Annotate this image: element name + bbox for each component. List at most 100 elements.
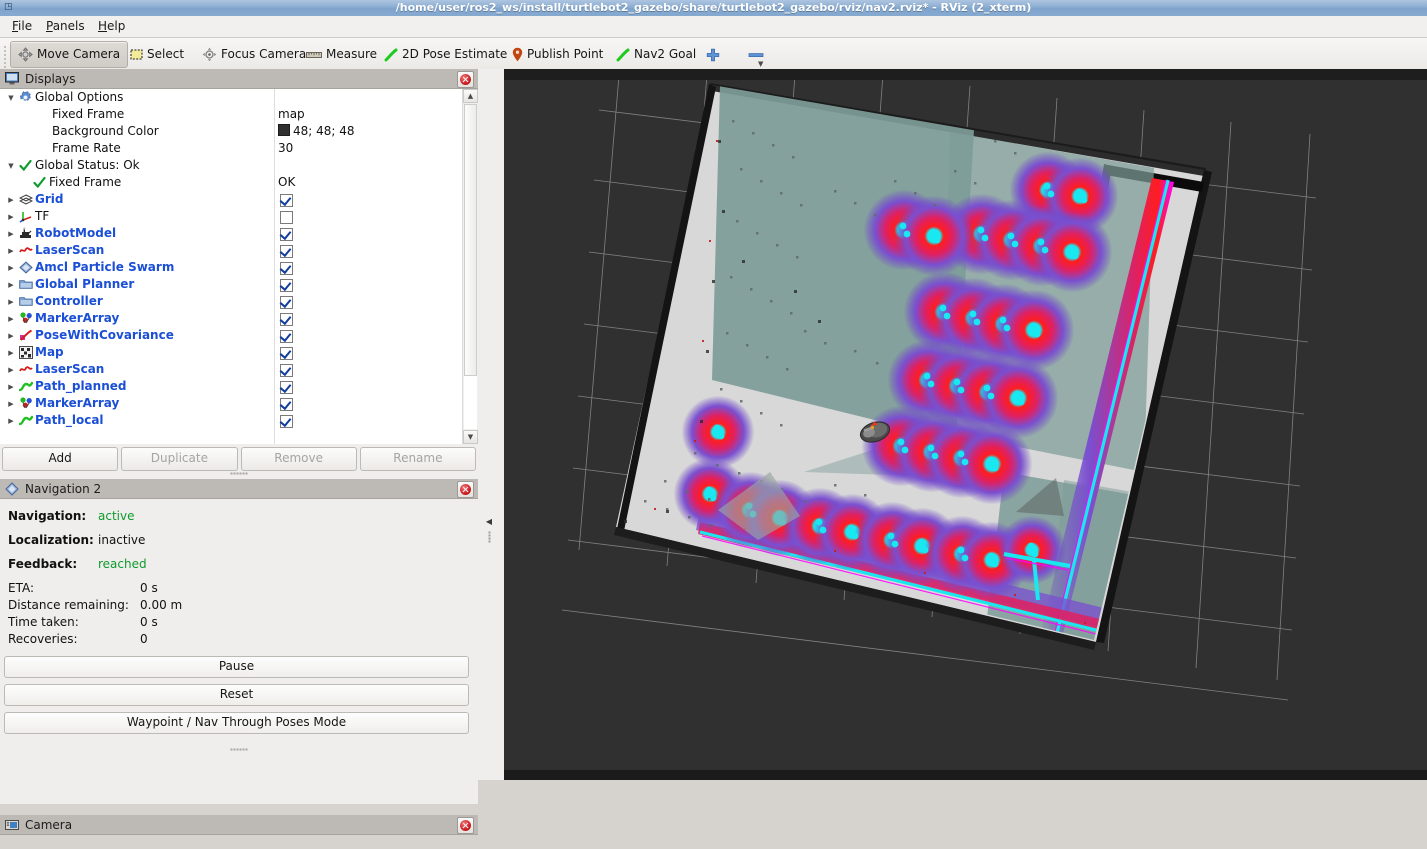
handle-grip[interactable] [488,531,490,542]
visibility-checkbox[interactable] [280,330,293,343]
tool-measure[interactable]: Measure [298,41,385,68]
move-camera-icon [18,47,33,62]
chevron-right-icon[interactable]: ▶ [6,378,16,395]
chevron-right-icon[interactable]: ▶ [6,327,16,344]
nav2-metric-key: Recoveries: [8,632,78,646]
focus-camera-icon [202,47,217,62]
tree-row-value[interactable]: 48; 48; 48 [278,123,355,140]
panel-splitter[interactable] [0,746,478,752]
tool-focus-camera[interactable]: Focus Camera [194,41,314,68]
tree-row[interactable]: ▶ Path_planned [0,378,462,395]
visibility-checkbox[interactable] [280,296,293,309]
tree-row[interactable]: Frame Rate 30 [0,140,462,157]
pause-button[interactable]: Pause [4,656,469,678]
remove-tool-button[interactable]: ▼ [740,41,772,68]
displays-tree-scrollbar[interactable]: ▲ ▼ [462,89,478,444]
tree-row[interactable]: ▶ MarkerArray [0,395,462,412]
close-icon[interactable] [457,71,474,88]
visibility-checkbox[interactable] [280,211,293,224]
tree-row[interactable]: ▶ Path_local [0,412,462,429]
tree-row[interactable]: ▶ PoseWithCovariance [0,327,462,344]
chevron-right-icon[interactable]: ▶ [6,412,16,429]
toolbar-grip[interactable] [3,44,8,68]
tool-publish-point[interactable]: Publish Point [504,41,611,68]
tool-2d-pose-estimate[interactable]: 2D Pose Estimate [376,41,515,68]
tree-row-label: MarkerArray [35,396,120,410]
tree-row-label: LaserScan [35,243,105,257]
visibility-checkbox[interactable] [280,415,293,428]
menu-file[interactable]: File [6,19,38,34]
chevron-right-icon[interactable]: ▶ [6,361,16,378]
path-icon [18,412,33,429]
visibility-checkbox[interactable] [280,279,293,292]
menubar: File Panels Help [0,16,1427,38]
nav2-metric-key: ETA: [8,581,35,595]
tree-row-value[interactable]: map [278,106,305,123]
chevron-right-icon[interactable]: ▶ [6,208,16,225]
tool-nav2-goal[interactable]: Nav2 Goal [608,41,704,68]
chevron-right-icon[interactable]: ▶ [6,276,16,293]
visibility-checkbox[interactable] [280,398,293,411]
tree-row[interactable]: ▶ TF [0,208,462,225]
visibility-checkbox[interactable] [280,364,293,377]
tree-row[interactable]: ▶ Controller [0,293,462,310]
chevron-down-icon[interactable]: ▼ [758,60,763,68]
chevron-right-icon[interactable]: ▶ [6,293,16,310]
chevron-right-icon[interactable]: ▶ [6,242,16,259]
add-button[interactable]: Add [2,447,119,471]
robotmodel-icon [18,225,33,242]
chevron-right-icon[interactable]: ▶ [6,310,16,327]
waypoint-mode-button[interactable]: Waypoint / Nav Through Poses Mode [4,712,469,734]
close-icon[interactable] [457,817,474,834]
panel-splitter[interactable] [0,470,478,476]
visibility-checkbox[interactable] [280,228,293,241]
dock-collapse-handle[interactable]: ◀ [484,489,494,569]
tree-row-value[interactable]: OK [278,174,295,191]
scrollbar-thumb[interactable] [464,104,477,376]
tree-row-value[interactable]: 30 [278,140,293,157]
chevron-right-icon[interactable]: ▶ [6,344,16,361]
tree-row[interactable]: ▶ Global Planner [0,276,462,293]
menu-panels[interactable]: Panels [40,19,91,34]
tree-row[interactable]: Background Color 48; 48; 48 [0,123,462,140]
tree-row[interactable]: ▼ Global Options [0,89,462,106]
tree-row[interactable]: ▶ RobotModel [0,225,462,242]
tree-row[interactable]: ▶ LaserScan [0,242,462,259]
chevron-right-icon[interactable]: ▶ [6,191,16,208]
tree-row[interactable]: Fixed Frame OK [0,174,462,191]
visibility-checkbox[interactable] [280,347,293,360]
chevron-down-icon[interactable]: ▼ [6,89,16,106]
visibility-checkbox[interactable] [280,313,293,326]
duplicate-button: Duplicate [121,447,238,471]
3d-render-view[interactable] [504,80,1427,780]
chevron-right-icon[interactable]: ▶ [6,259,16,276]
chevron-down-icon[interactable]: ▼ [6,157,16,174]
tree-row[interactable]: ▶ MarkerArray [0,310,462,327]
scroll-up-icon[interactable]: ▲ [463,89,478,103]
tool-move-camera[interactable]: Move Camera [10,41,129,68]
visibility-checkbox[interactable] [280,262,293,275]
tree-row[interactable]: ▶ Amcl Particle Swarm [0,259,462,276]
tree-row[interactable]: Fixed Frame map [0,106,462,123]
tree-row[interactable]: ▶ LaserScan [0,361,462,378]
add-tool-button[interactable] [698,41,728,68]
visibility-checkbox[interactable] [280,194,293,207]
menu-help[interactable]: Help [92,19,131,34]
chevron-right-icon[interactable]: ▶ [6,225,16,242]
tool-label: Focus Camera [221,47,307,61]
tool-select[interactable]: Select [122,41,192,68]
tree-row-label: Frame Rate [52,141,121,155]
displays-tree[interactable]: ▼ Global Options Fixed Frame map Background … [0,89,478,444]
visibility-checkbox[interactable] [280,381,293,394]
reset-button[interactable]: Reset [4,684,469,706]
tree-row[interactable]: ▶ Grid [0,191,462,208]
scroll-down-icon[interactable]: ▼ [463,430,478,444]
tree-row[interactable]: ▶ Map [0,344,462,361]
nav2-metric-value: 0.00 m [140,598,183,612]
tree-row[interactable]: ▼ Global Status: Ok [0,157,462,174]
chevron-left-icon[interactable]: ◀ [486,517,492,526]
nav2-status-feedback: Feedback: [8,557,77,571]
close-icon[interactable] [457,481,474,498]
visibility-checkbox[interactable] [280,245,293,258]
chevron-right-icon[interactable]: ▶ [6,395,16,412]
